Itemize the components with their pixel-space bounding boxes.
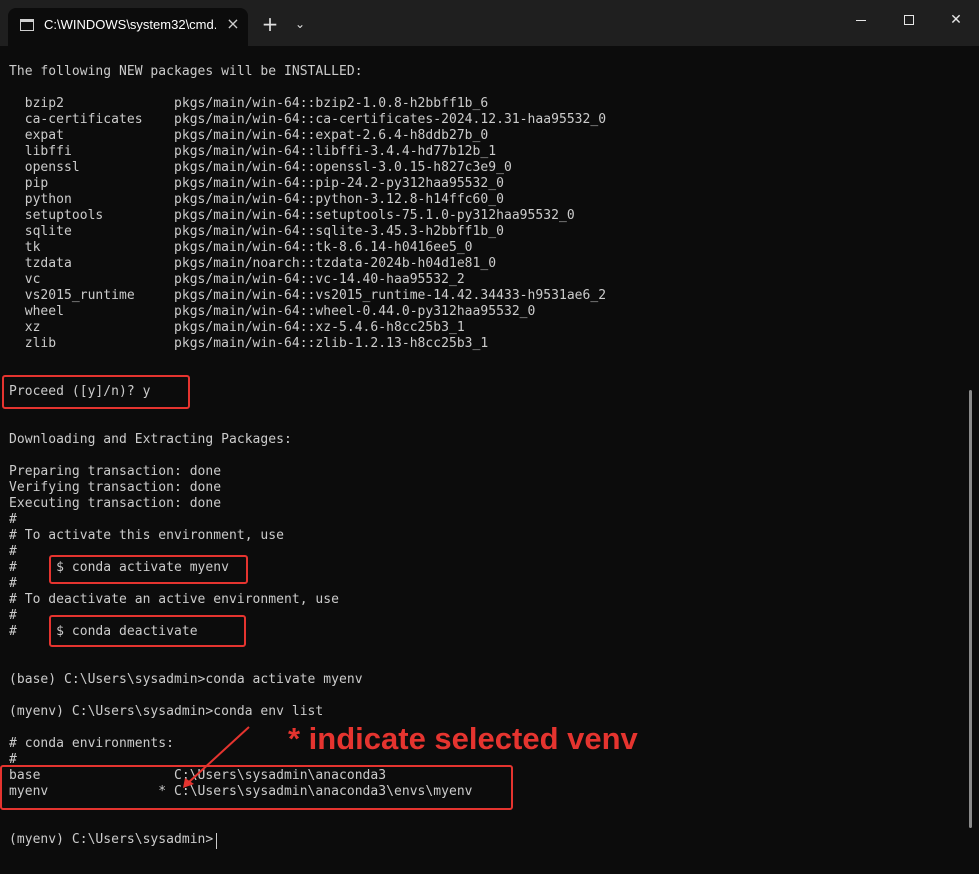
text-cursor: [216, 833, 217, 849]
annotation-label: * indicate selected venv: [288, 721, 638, 756]
